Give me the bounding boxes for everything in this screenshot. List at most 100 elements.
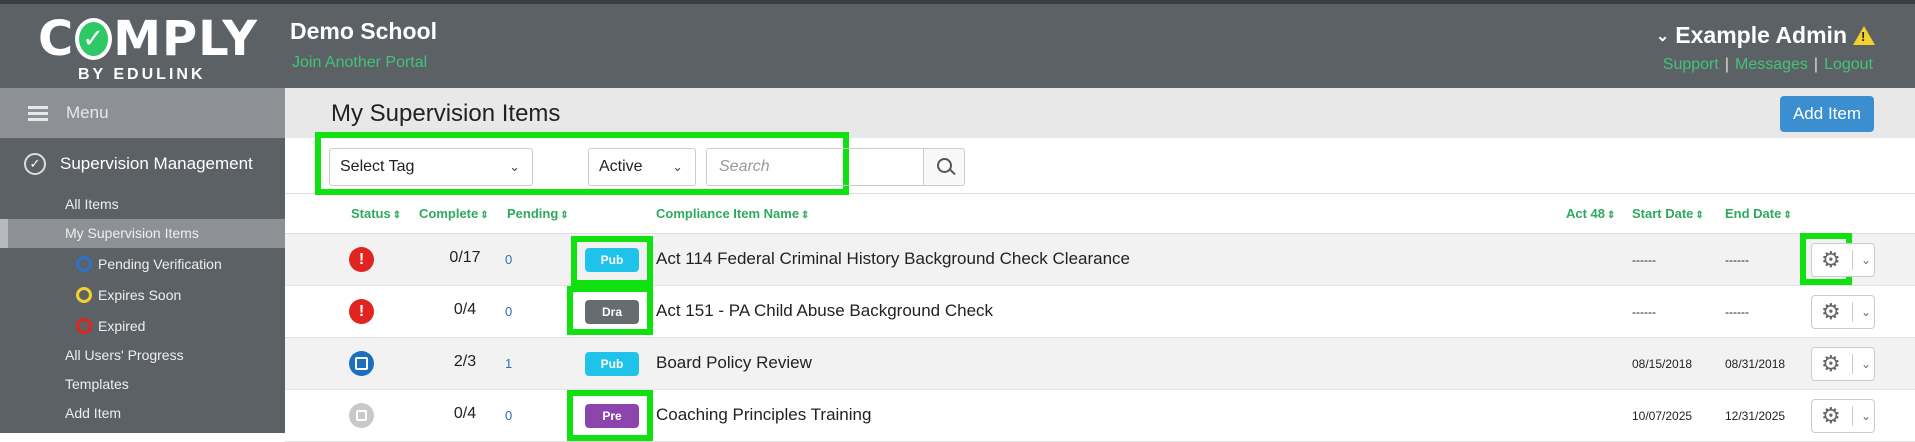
pending-count[interactable]: 0 bbox=[505, 408, 512, 423]
filter-bar: Select Tag ⌄ Active ⌄ Search bbox=[285, 132, 1915, 195]
search-input[interactable]: Search bbox=[706, 148, 923, 186]
admin-menu[interactable]: ⌄ Example Admin bbox=[1656, 22, 1875, 49]
status-badge: Pub bbox=[585, 248, 639, 272]
sort-icon: ⇕ bbox=[392, 210, 402, 221]
gear-icon: ⚙ bbox=[1821, 247, 1841, 272]
gear-icon: ⚙ bbox=[1821, 403, 1841, 428]
chevron-down-icon: ⌄ bbox=[1852, 406, 1871, 426]
sort-icon: ⇕ bbox=[480, 210, 489, 221]
complete-count: 2/3 bbox=[453, 353, 477, 370]
row-actions-button[interactable]: ⚙ ⌄ bbox=[1811, 243, 1875, 277]
status-badge: Pre bbox=[585, 404, 639, 428]
logout-link[interactable]: Logout bbox=[1824, 56, 1873, 73]
check-circle-icon: ✓ bbox=[24, 153, 46, 175]
check-circle-icon: ✓ bbox=[75, 18, 113, 60]
admin-name: Example Admin bbox=[1675, 22, 1847, 48]
support-link[interactable]: Support bbox=[1663, 56, 1719, 73]
school-name: Demo School bbox=[290, 18, 437, 44]
item-name-link[interactable]: Act 114 Federal Criminal History Backgro… bbox=[656, 249, 1130, 269]
messages-link[interactable]: Messages bbox=[1735, 56, 1808, 73]
top-header: C ✓ MPLY BY EDULINK Demo School Join Anoth… bbox=[0, 0, 1915, 88]
table-row[interactable]: 0/4 0 Pre Coaching Principles Training 1… bbox=[285, 390, 1915, 442]
logo-subtitle: BY EDULINK bbox=[78, 66, 206, 83]
col-start-date[interactable]: Start Date ⇕ bbox=[1632, 206, 1704, 221]
col-name[interactable]: Compliance Item Name ⇕ bbox=[656, 206, 809, 221]
status-badge: Dra bbox=[585, 300, 639, 324]
complete-count: 0/4 bbox=[453, 301, 477, 318]
sidebar-item-my-supervision-items[interactable]: My Supervision Items bbox=[0, 219, 285, 248]
sidebar-item-expired[interactable]: Expired bbox=[0, 310, 285, 341]
sidebar-item-templates[interactable]: Templates bbox=[0, 370, 285, 399]
pending-count[interactable]: 0 bbox=[505, 304, 512, 319]
sidebar-item-add-item[interactable]: Add Item bbox=[0, 399, 285, 428]
start-date: 08/15/2018 bbox=[1632, 357, 1693, 371]
gear-icon: ⚙ bbox=[1821, 299, 1841, 324]
menu-toggle[interactable]: Menu bbox=[0, 88, 285, 138]
status-ring-icon bbox=[76, 255, 92, 272]
row-actions-button[interactable]: ⚙ ⌄ bbox=[1811, 347, 1875, 381]
add-item-button[interactable]: Add Item bbox=[1780, 96, 1874, 132]
sort-icon: ⇕ bbox=[1695, 210, 1704, 221]
status-badge: Pub bbox=[585, 352, 639, 376]
end-date: ------ bbox=[1725, 305, 1749, 319]
warning-icon bbox=[1853, 26, 1875, 45]
main-content: My Supervision Items Add Item Select Tag… bbox=[285, 88, 1915, 442]
end-date: ------ bbox=[1725, 253, 1749, 267]
join-portal-link[interactable]: Join Another Portal bbox=[292, 54, 427, 72]
sidebar: Menu ✓ Supervision Management All Items … bbox=[0, 88, 285, 433]
page-title: My Supervision Items bbox=[331, 100, 561, 127]
menu-icon bbox=[28, 103, 48, 124]
col-status[interactable]: Status ⇕ bbox=[351, 206, 401, 221]
chevron-down-icon: ⌄ bbox=[509, 159, 520, 174]
item-name-link[interactable]: Board Policy Review bbox=[656, 353, 812, 373]
menu-label: Menu bbox=[66, 103, 109, 122]
section-supervision-management[interactable]: ✓ Supervision Management bbox=[0, 138, 285, 190]
chevron-down-icon: ⌄ bbox=[1852, 302, 1871, 322]
sidebar-item-pending-verification[interactable]: Pending Verification bbox=[0, 248, 285, 279]
col-pending[interactable]: Pending ⇕ bbox=[507, 206, 569, 221]
end-date: 08/31/2018 bbox=[1725, 357, 1786, 371]
row-actions-button[interactable]: ⚙ ⌄ bbox=[1811, 295, 1875, 329]
status-select[interactable]: Active ⌄ bbox=[588, 148, 696, 186]
alert-status-icon: ! bbox=[349, 247, 374, 272]
alert-status-icon: ! bbox=[349, 299, 374, 324]
gear-icon: ⚙ bbox=[1821, 351, 1841, 376]
chevron-down-icon: ⌄ bbox=[672, 159, 683, 174]
col-end-date[interactable]: End Date ⇕ bbox=[1725, 206, 1792, 221]
chevron-down-icon: ⌄ bbox=[1852, 250, 1871, 270]
pending-status-icon bbox=[349, 351, 374, 376]
sort-icon: ⇕ bbox=[1783, 210, 1792, 221]
tag-select[interactable]: Select Tag ⌄ bbox=[329, 148, 533, 186]
table-row[interactable]: ! 0/17 0 Pub Act 114 Federal Criminal Hi… bbox=[285, 233, 1915, 286]
top-links: Support | Messages | Logout bbox=[1662, 56, 1873, 73]
complete-count: 0/17 bbox=[449, 249, 481, 266]
sidebar-item-all-items[interactable]: All Items bbox=[0, 190, 285, 219]
status-ring-icon bbox=[76, 317, 92, 334]
sidebar-item-all-users-progress[interactable]: All Users' Progress bbox=[0, 341, 285, 370]
table-row[interactable]: ! 0/4 0 Dra Act 151 - PA Child Abuse Bac… bbox=[285, 286, 1915, 338]
chevron-down-icon: ⌄ bbox=[1655, 27, 1670, 45]
status-ring-icon bbox=[76, 286, 92, 303]
pending-count[interactable]: 0 bbox=[505, 252, 512, 267]
comply-logo[interactable]: C ✓ MPLY BY EDULINK bbox=[38, 14, 258, 84]
start-date: ------ bbox=[1632, 305, 1656, 319]
complete-count: 0/4 bbox=[453, 405, 477, 422]
col-complete[interactable]: Complete ⇕ bbox=[419, 206, 489, 221]
item-name-link[interactable]: Act 151 - PA Child Abuse Background Chec… bbox=[656, 301, 993, 321]
start-date: 10/07/2025 bbox=[1632, 409, 1693, 423]
title-bar: My Supervision Items Add Item bbox=[285, 88, 1915, 138]
pending-count[interactable]: 1 bbox=[505, 356, 512, 371]
item-name-link[interactable]: Coaching Principles Training bbox=[656, 405, 871, 425]
table-header: Status ⇕ Complete ⇕ Pending ⇕ Compliance It… bbox=[285, 194, 1915, 234]
table-row[interactable]: 2/3 1 Pub Board Policy Review 08/15/2018… bbox=[285, 338, 1915, 390]
row-actions-button[interactable]: ⚙ ⌄ bbox=[1811, 399, 1875, 433]
end-date: 12/31/2025 bbox=[1725, 409, 1786, 423]
sort-icon: ⇕ bbox=[801, 210, 810, 221]
chevron-down-icon: ⌄ bbox=[1852, 354, 1871, 374]
search-button[interactable] bbox=[923, 148, 965, 186]
sort-icon: ⇕ bbox=[1607, 210, 1616, 221]
start-date: ------ bbox=[1632, 253, 1656, 267]
sort-icon: ⇕ bbox=[560, 210, 569, 221]
col-act48[interactable]: Act 48 ⇕ bbox=[1566, 206, 1615, 221]
sidebar-item-expires-soon[interactable]: Expires Soon bbox=[0, 279, 285, 310]
